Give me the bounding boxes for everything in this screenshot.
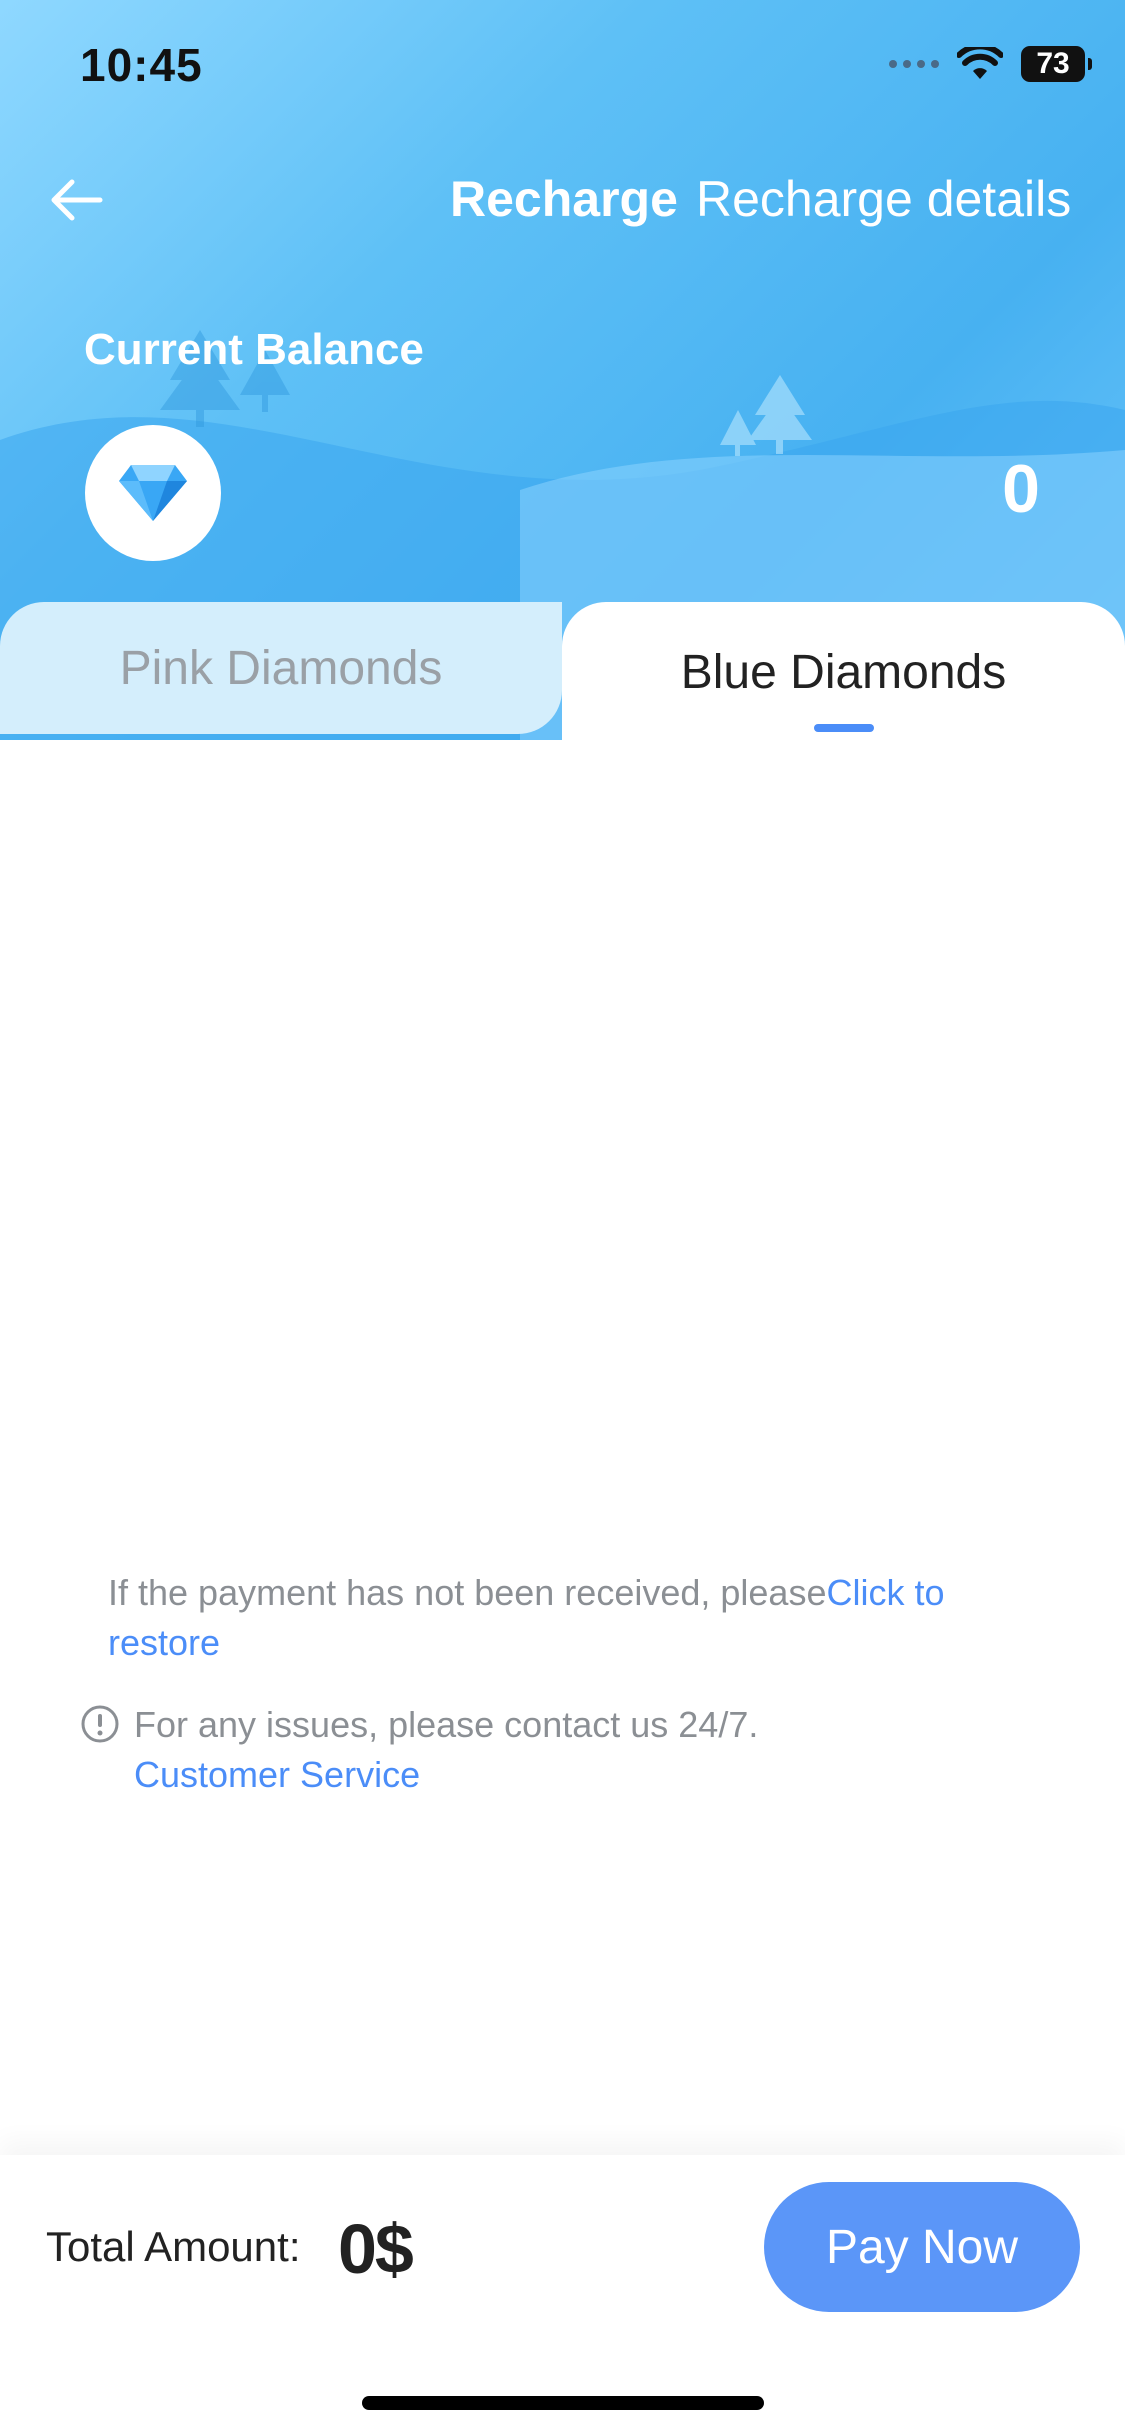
balance-value: 0 bbox=[1002, 451, 1040, 527]
restore-note: If the payment has not been received, pl… bbox=[108, 1568, 968, 1668]
back-arrow-icon[interactable] bbox=[44, 168, 108, 232]
info-icon bbox=[81, 1705, 119, 1743]
wifi-icon bbox=[957, 47, 1003, 79]
customer-service-link[interactable]: Customer Service bbox=[134, 1750, 934, 1800]
balance-label: Current Balance bbox=[84, 325, 424, 374]
support-text: For any issues, please contact us 24/7. bbox=[134, 1704, 759, 1745]
diamond-avatar bbox=[85, 425, 221, 561]
total-amount-label: Total Amount: bbox=[46, 2223, 301, 2270]
checkout-bar: Total Amount: 0$ Pay Now bbox=[0, 2155, 1125, 2436]
diamond-tabs: Pink Diamonds Blue Diamonds bbox=[0, 602, 1125, 742]
cellular-signal-icon bbox=[889, 60, 939, 68]
home-indicator bbox=[362, 2396, 764, 2410]
recharge-details-link[interactable]: Recharge details bbox=[696, 170, 1071, 228]
pay-now-button[interactable]: Pay Now bbox=[764, 2182, 1080, 2312]
tab-blue-diamonds[interactable]: Blue Diamonds bbox=[562, 602, 1125, 742]
diamond-icon bbox=[119, 465, 187, 521]
status-time: 10:45 bbox=[80, 39, 203, 91]
status-icons: 73 bbox=[889, 46, 1092, 82]
total-amount-value: 0$ bbox=[338, 2210, 414, 2288]
page-title: Recharge bbox=[450, 171, 678, 227]
active-tab-indicator bbox=[814, 724, 874, 732]
battery-icon: 73 bbox=[1021, 46, 1092, 82]
tab-pink-diamonds[interactable]: Pink Diamonds bbox=[0, 602, 562, 734]
support-text-block: For any issues, please contact us 24/7. … bbox=[134, 1700, 934, 1800]
restore-text: If the payment has not been received, pl… bbox=[108, 1572, 827, 1613]
